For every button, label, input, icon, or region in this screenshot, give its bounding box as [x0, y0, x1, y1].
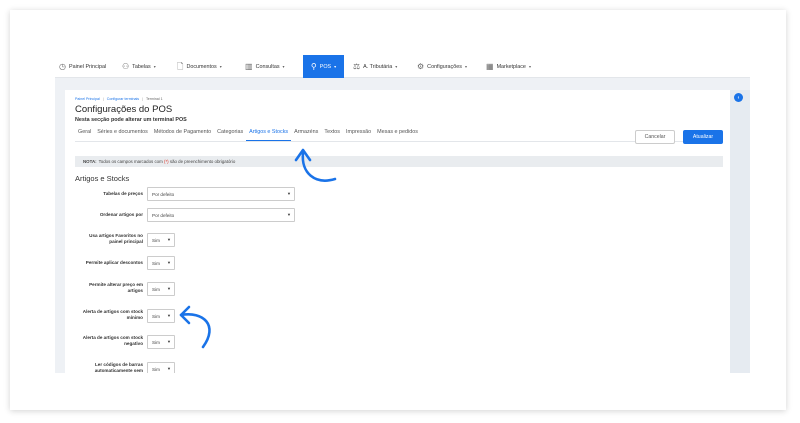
select-value: Sim: [152, 260, 160, 266]
nav-item-label: Configurações: [427, 63, 462, 70]
note-text-before: Todos os campos marcados com: [98, 159, 163, 164]
chevron-down-icon: ▼: [167, 260, 171, 265]
chevron-down-icon: ▾: [395, 64, 398, 69]
select-value: Sim: [152, 237, 160, 243]
nav-item-pos[interactable]: ⚲ POS ▾: [303, 55, 344, 78]
chevron-down-icon: ▾: [282, 64, 285, 69]
nav-item-label: Marketplace: [496, 63, 526, 70]
note-text-after: são de preenchimento obrigatório: [169, 159, 236, 164]
required-star: (*): [164, 159, 169, 164]
form-label: Permite aplicar descontos: [85, 260, 143, 265]
chevron-down-icon: ▼: [287, 191, 291, 196]
dashboard-icon: ◷: [59, 61, 66, 71]
marketplace-icon: ▦: [486, 61, 494, 71]
breadcrumb-link[interactable]: Painel Principal: [75, 97, 100, 101]
sort-items-select[interactable]: Por defeito ▼: [147, 208, 295, 222]
breadcrumb: Painel Principal | Configurar terminais …: [75, 97, 163, 101]
chevron-down-icon: ▾: [334, 64, 337, 69]
form-label: Permite alterar preço em artigos: [89, 282, 143, 293]
top-navbar: ◷ Painel Principal ⚇ Tabelas ▾ 🗋 Documen…: [55, 55, 750, 78]
chevron-down-icon: ▼: [167, 286, 171, 291]
breadcrumb-link[interactable]: Configurar terminais: [107, 97, 139, 101]
info-icon[interactable]: ‹: [734, 93, 743, 102]
chevron-down-icon: ▼: [167, 339, 171, 344]
document-icon: 🗋: [177, 61, 184, 71]
right-side-strip: [730, 90, 750, 373]
nav-item-label: POS: [319, 63, 332, 70]
chevron-down-icon: ▾: [464, 64, 467, 69]
nav-item-label: A. Tributária: [363, 63, 393, 70]
form-label: Tabelas de preços: [103, 191, 143, 196]
tab-series-documentos[interactable]: Séries e documentos: [94, 127, 151, 141]
select-value: Por defeito: [152, 212, 175, 218]
nav-item-documentos[interactable]: 🗋 Documentos ▾: [173, 55, 226, 78]
curved-arrow-icon: [179, 305, 211, 349]
nav-item-consultas[interactable]: ▥ Consultas ▾: [241, 55, 289, 78]
pos-icon: ⚲: [310, 61, 317, 71]
breadcrumb-separator: |: [142, 97, 144, 101]
curved-arrow-icon: [294, 148, 337, 182]
chevron-down-icon: ▼: [167, 366, 171, 371]
select-value: Sim: [152, 286, 160, 292]
barcode-select[interactable]: Sim ▼: [147, 362, 175, 373]
nav-item-tabelas[interactable]: ⚇ Tabelas ▾: [118, 55, 160, 78]
chart-icon: ▥: [245, 61, 253, 71]
price-table-select[interactable]: Por defeito ▼: [147, 187, 295, 201]
discounts-select[interactable]: Sim ▼: [147, 256, 175, 270]
negative-stock-alert-select[interactable]: Sim ▼: [147, 335, 175, 349]
tab-impressao[interactable]: Impressão: [343, 127, 374, 141]
required-fields-note: NOTA: Todos os campos marcados com (*) s…: [75, 156, 723, 167]
cancel-button[interactable]: Cancelar: [635, 130, 675, 144]
update-button[interactable]: Atualizar: [683, 130, 723, 144]
nav-item-label: Documentos: [186, 63, 217, 70]
chevron-down-icon: ▾: [153, 64, 156, 69]
tab-artigos-stocks[interactable]: Artigos e Stocks: [246, 127, 292, 141]
nav-item-marketplace[interactable]: ▦ Marketplace ▾: [482, 55, 535, 78]
nav-item-configuracoes[interactable]: ⚙ Configurações ▾: [413, 55, 471, 78]
chevron-down-icon: ▾: [528, 64, 531, 69]
chevron-down-icon: ▼: [287, 212, 291, 217]
nav-item-painel-principal[interactable]: ◷ Painel Principal: [55, 55, 110, 78]
form-label: Alerta de artigos com stock negativo: [82, 335, 143, 346]
tab-divider: [75, 141, 723, 142]
tax-icon: ⚖: [353, 61, 361, 71]
note-prefix: NOTA:: [83, 159, 97, 164]
tab-bar: Geral Séries e documentos Métodos de Pag…: [75, 127, 421, 141]
min-stock-alert-select[interactable]: Sim ▼: [147, 309, 175, 323]
select-value: Por defeito: [152, 191, 175, 197]
tab-metodos-pagamento[interactable]: Métodos de Pagamento: [151, 127, 214, 141]
chevron-down-icon: ▾: [219, 64, 222, 69]
change-price-select[interactable]: Sim ▼: [147, 282, 175, 296]
page-title: Configurações do POS: [75, 104, 173, 115]
select-value: Sim: [152, 339, 160, 345]
app-window: ◷ Painel Principal ⚇ Tabelas ▾ 🗋 Documen…: [55, 55, 750, 373]
tab-armazens[interactable]: Armazéns: [291, 127, 321, 141]
form-label: Alerta de artigos com stock mínimo: [82, 309, 143, 320]
form-label: Usa artigos Favoritos no painel principa…: [89, 233, 143, 244]
nav-item-label: Consultas: [255, 63, 280, 70]
nav-item-a-tributaria[interactable]: ⚖ A. Tributária ▾: [349, 55, 401, 78]
favorites-select[interactable]: Sim ▼: [147, 233, 175, 247]
tab-geral[interactable]: Geral: [75, 127, 94, 141]
chevron-down-icon: ▼: [167, 313, 171, 318]
tables-icon: ⚇: [122, 61, 130, 71]
main-panel: Painel Principal | Configurar terminais …: [65, 90, 730, 373]
section-title: Artigos e Stocks: [75, 174, 130, 183]
select-value: Sim: [152, 366, 160, 372]
nav-item-label: Tabelas: [132, 63, 151, 70]
tab-categorias[interactable]: Categorias: [214, 127, 246, 141]
tab-textos[interactable]: Textos: [321, 127, 343, 141]
tab-mesas-pedidos[interactable]: Mesas e pedidos: [374, 127, 421, 141]
screenshot-frame: ◷ Painel Principal ⚇ Tabelas ▾ 🗋 Documen…: [10, 10, 786, 410]
chevron-down-icon: ▼: [167, 237, 171, 242]
form-label: Ordenar artigos por: [99, 212, 143, 217]
breadcrumb-current: Terminal 1: [146, 97, 163, 101]
select-value: Sim: [152, 313, 160, 319]
breadcrumb-separator: |: [102, 97, 104, 101]
nav-item-label: Painel Principal: [68, 63, 107, 70]
page-subtitle: Nesta secção pode alterar um terminal PO…: [75, 117, 187, 123]
settings-icon: ⚙: [417, 61, 425, 71]
form-label: Ler códigos de barras automaticamente se…: [94, 362, 143, 373]
